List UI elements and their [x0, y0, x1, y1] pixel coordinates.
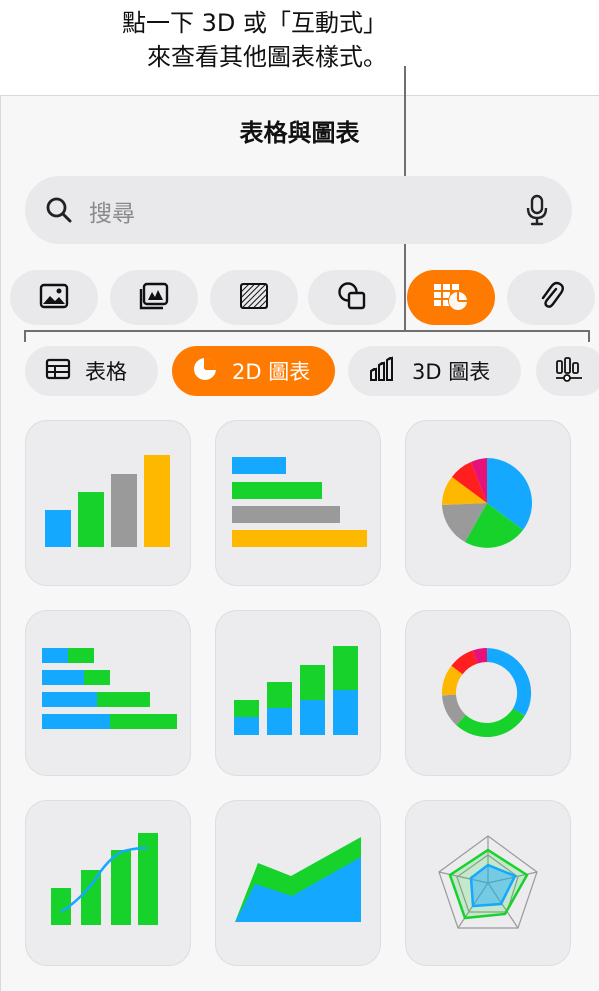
shapes-icon — [337, 281, 367, 315]
shapes-button[interactable] — [308, 270, 396, 325]
attachment-button[interactable] — [507, 270, 595, 325]
search-field[interactable]: 搜尋 — [25, 176, 572, 244]
3d-bar-chart-icon — [368, 356, 398, 387]
table-icon — [45, 358, 71, 385]
tab-table[interactable]: 表格 — [25, 346, 158, 396]
stacked-bar-chart-thumbnail — [42, 648, 177, 729]
stacked-column-chart-style[interactable] — [215, 610, 381, 776]
shape-fill-icon — [239, 282, 269, 314]
media-gallery-button[interactable] — [110, 270, 198, 325]
callout-line-1: 點一下 3D 或「互動式」 — [121, 9, 387, 37]
callout-bracket — [24, 330, 590, 342]
paperclip-icon — [538, 280, 564, 316]
tab-interactive-chart[interactable] — [536, 346, 599, 396]
column-chart-style[interactable] — [25, 420, 191, 586]
pie-chart-style[interactable] — [405, 420, 571, 586]
search-placeholder: 搜尋 — [89, 201, 135, 227]
microphone-icon[interactable] — [526, 194, 548, 230]
bar-chart-style[interactable] — [215, 420, 381, 586]
media-gallery-icon — [139, 282, 169, 314]
callout-text: 點一下 3D 或「互動式」 來查看其他圖表樣式。 — [122, 6, 387, 74]
interactive-chart-icon — [554, 355, 584, 388]
table-chart-icon — [432, 281, 470, 315]
pie-chart-icon — [192, 356, 218, 387]
donut-chart-thumbnail — [441, 648, 532, 737]
radar-chart-thumbnail — [438, 835, 538, 929]
tab-3d-chart[interactable]: 3D 圖表 — [348, 346, 521, 396]
radar-chart-style[interactable] — [405, 800, 571, 966]
area-chart-style[interactable] — [215, 800, 381, 966]
tab-3d-chart-label: 3D 圖表 — [412, 360, 491, 384]
panel-title: 表格與圖表 — [239, 119, 360, 147]
pie-chart-thumbnail — [442, 458, 532, 548]
stacked-column-chart-thumbnail — [234, 646, 358, 735]
callout-line-2: 來查看其他圖表樣式。 — [147, 43, 387, 71]
line-column-chart-style[interactable] — [25, 800, 191, 966]
tab-2d-chart[interactable]: 2D 圖表 — [172, 346, 335, 396]
line-column-chart-thumbnail — [51, 833, 158, 925]
donut-chart-style[interactable] — [405, 610, 571, 776]
column-chart-thumbnail — [45, 455, 170, 547]
bar-chart-thumbnail — [232, 457, 367, 547]
shape-fill-button[interactable] — [210, 270, 298, 325]
stacked-bar-chart-style[interactable] — [25, 610, 191, 776]
photo-icon — [39, 283, 69, 313]
photo-button[interactable] — [10, 270, 98, 325]
callout: 點一下 3D 或「互動式」 來查看其他圖表樣式。 — [0, 0, 599, 95]
table-chart-button[interactable] — [407, 270, 495, 325]
tab-2d-chart-label: 2D 圖表 — [232, 360, 311, 384]
search-icon — [45, 196, 73, 228]
area-chart-thumbnail — [235, 837, 361, 922]
tab-table-label: 表格 — [85, 360, 127, 384]
